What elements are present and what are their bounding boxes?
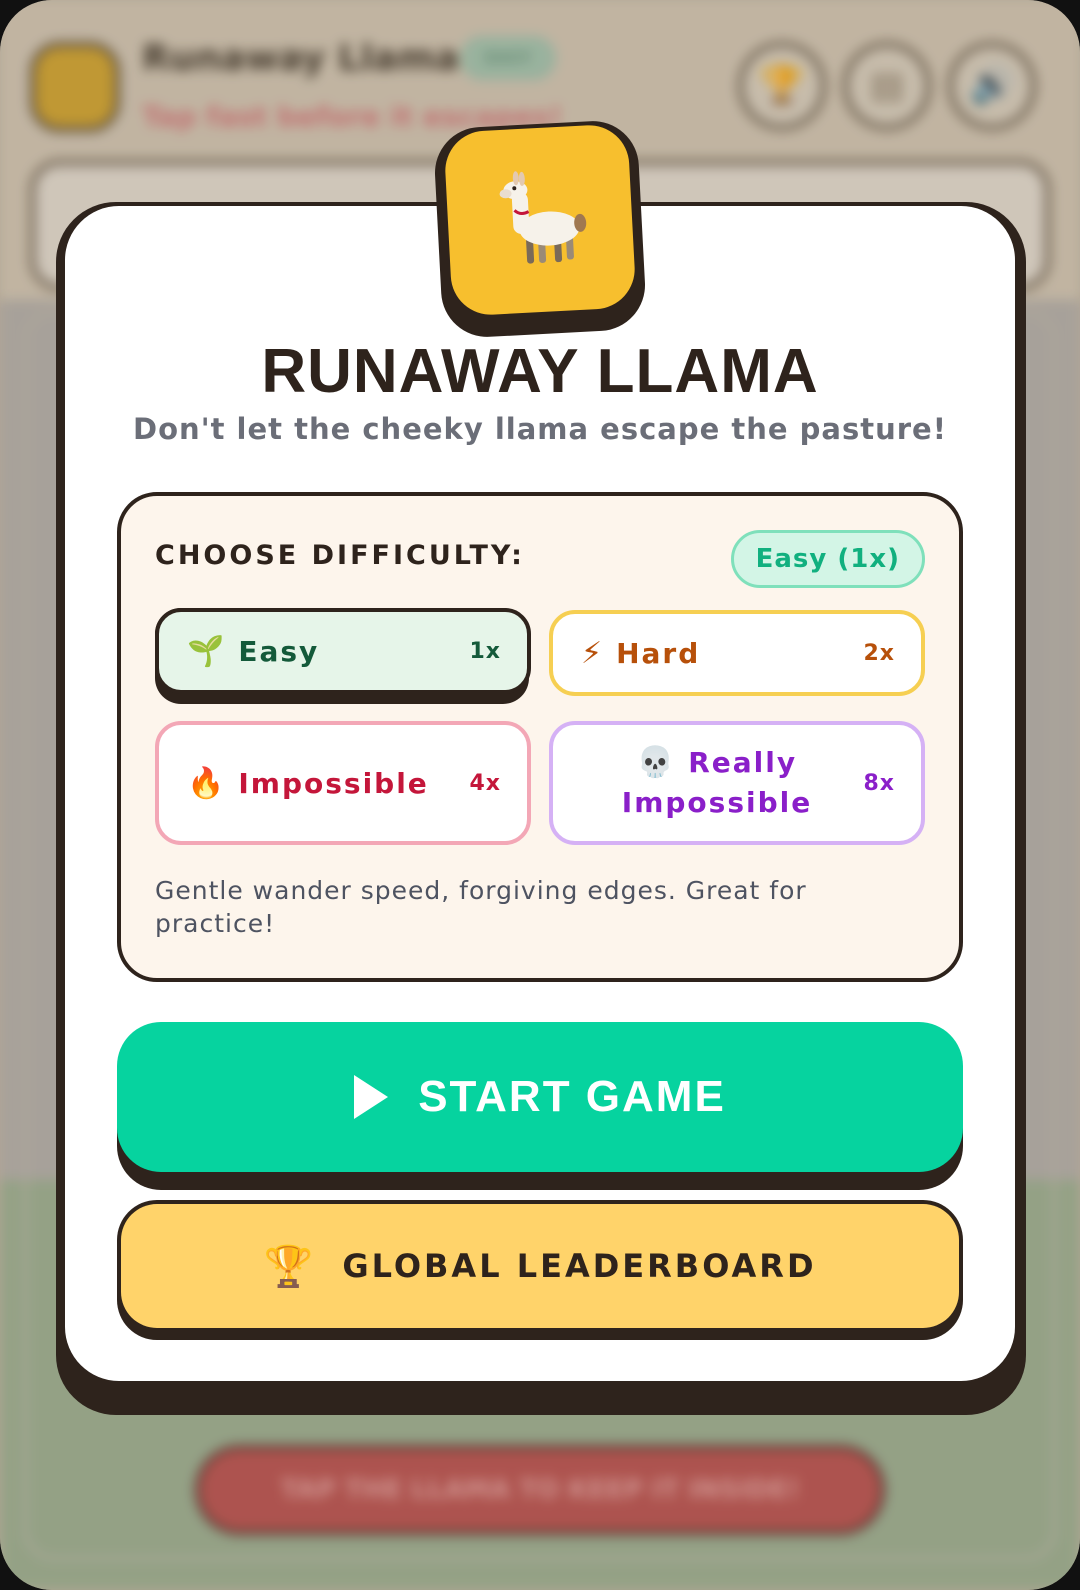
selected-difficulty-badge: Easy (1x) bbox=[730, 530, 925, 588]
play-icon bbox=[354, 1075, 389, 1119]
difficulty-option-easy[interactable]: 🌱 Easy 1x bbox=[155, 608, 531, 694]
option-label: 💀 Really Impossible bbox=[621, 745, 813, 819]
difficulty-heading: CHOOSE DIFFICULTY: bbox=[155, 540, 525, 571]
seedling-icon: 🌱 bbox=[187, 633, 227, 669]
option-label: Easy bbox=[238, 634, 320, 668]
llama-icon bbox=[499, 171, 587, 264]
start-game-button[interactable]: START GAME bbox=[117, 1022, 963, 1172]
option-multiplier: 1x bbox=[469, 638, 501, 664]
leaderboard-label: GLOBAL LEADERBOARD bbox=[342, 1247, 817, 1285]
modal-title: RUNAWAY LLAMA bbox=[261, 337, 819, 406]
option-multiplier: 2x bbox=[863, 640, 895, 666]
lightning-icon: ⚡ bbox=[581, 635, 605, 671]
option-multiplier: 4x bbox=[469, 770, 501, 796]
start-game-label: START GAME bbox=[418, 1072, 726, 1121]
skull-icon: 💀 bbox=[636, 745, 677, 780]
difficulty-option-impossible[interactable]: 🔥 Impossible 4x bbox=[155, 721, 531, 845]
option-label: Impossible bbox=[238, 766, 429, 800]
game-screen: Runaway Llama EASY Tap fast before it es… bbox=[0, 0, 1080, 1590]
llama-logo bbox=[443, 123, 637, 317]
option-label: Hard bbox=[616, 636, 701, 670]
difficulty-option-hard[interactable]: ⚡ Hard 2x bbox=[549, 610, 925, 696]
global-leaderboard-button[interactable]: 🏆 GLOBAL LEADERBOARD bbox=[121, 1204, 959, 1328]
modal-subtitle: Don't let the cheeky llama escape the pa… bbox=[133, 412, 947, 446]
difficulty-option-really-impossible[interactable]: 💀 Really Impossible 8x bbox=[549, 721, 925, 845]
option-multiplier: 8x bbox=[863, 770, 895, 796]
difficulty-panel: CHOOSE DIFFICULTY: Easy (1x) 🌱 Easy 1x ⚡… bbox=[117, 492, 963, 982]
trophy-icon: 🏆 bbox=[263, 1243, 317, 1290]
difficulty-description: Gentle wander speed, forgiving edges. Gr… bbox=[155, 876, 807, 938]
fire-icon: 🔥 bbox=[187, 765, 227, 801]
